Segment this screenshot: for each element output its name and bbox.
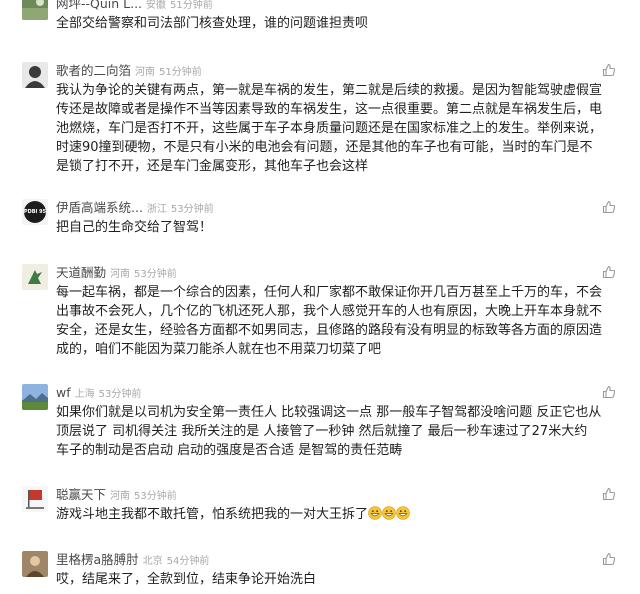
grinning-face-icon — [368, 506, 382, 520]
comment-meta: 里格楞a胳膊肘 北京 54分钟前 — [56, 550, 209, 568]
username[interactable]: 歌者的二向箔 — [56, 63, 131, 78]
thumbs-up-icon[interactable] — [602, 265, 616, 279]
comment-meta: 聪赢天下 河南 53分钟前 — [56, 485, 177, 503]
grinning-face-icon — [396, 506, 410, 520]
location: 安徽 — [146, 0, 167, 11]
thumbs-up-icon[interactable] — [602, 552, 616, 566]
location: 上海 — [74, 389, 95, 400]
timestamp: 53分钟前 — [134, 491, 177, 502]
comment-text: 如果你们就是以司机为安全第一责任人 比较强调这一点 那一般车子智驾都没啥问题 反… — [56, 405, 602, 458]
avatar[interactable] — [22, 62, 48, 88]
username[interactable]: 网坪--Quin L... — [56, 0, 142, 11]
comment-text: 把自己的生命交给了智驾！ — [56, 220, 213, 235]
username[interactable]: 聪赢天下 — [56, 487, 106, 502]
comment-meta: 伊盾高端系统... 浙江 53分钟前 — [56, 198, 214, 216]
username[interactable]: wf — [56, 385, 71, 400]
location: 浙江 — [146, 204, 167, 215]
timestamp: 53分钟前 — [134, 269, 177, 280]
thumbs-up-icon[interactable] — [602, 385, 616, 399]
comment-meta: wf 上海 53分钟前 — [56, 383, 141, 401]
avatar[interactable]: PDBI 95 — [22, 199, 48, 225]
username[interactable]: 天道酬勤 — [56, 265, 106, 280]
avatar[interactable] — [22, 551, 48, 577]
avatar[interactable] — [22, 264, 48, 290]
thumbs-up-icon[interactable] — [602, 63, 616, 77]
location: 河南 — [110, 269, 131, 280]
location: 河南 — [135, 67, 156, 78]
comment-text-body: 游戏斗地主我都不敢托管，怕系统把我的一对大王拆了 — [56, 507, 369, 522]
comment-text: 全部交给警察和司法部门核查处理，谁的问题谁担责呗 — [56, 16, 369, 31]
comment-text: 哎，结尾来了，全款到位，结束争论开始洗白 — [56, 572, 317, 587]
timestamp: 51分钟前 — [159, 67, 202, 78]
timestamp: 54分钟前 — [166, 556, 210, 567]
timestamp: 51分钟前 — [170, 0, 213, 11]
grinning-face-icon — [382, 506, 396, 520]
timestamp: 53分钟前 — [170, 204, 214, 215]
comment-text: 每一起车祸，都是一个综合的因素，任何人和厂家都不敢保证你开几百万甚至上千万的车，… — [56, 285, 603, 357]
comment-text: 游戏斗地主我都不敢托管，怕系统把我的一对大王拆了 — [56, 505, 602, 524]
avatar[interactable] — [22, 486, 48, 512]
username[interactable]: 里格楞a胳膊肘 — [56, 552, 139, 567]
comment-text: 我认为争论的关键有两点，第一就是车祸的发生，第二就是后续的救援。是因为智能驾驶虚… — [56, 83, 603, 174]
comment-meta: 歌者的二向箔 河南 51分钟前 — [56, 61, 202, 79]
location: 河南 — [110, 491, 131, 502]
avatar[interactable] — [22, 0, 48, 20]
timestamp: 53分钟前 — [98, 389, 142, 400]
comment-meta: 天道酬勤 河南 53分钟前 — [56, 263, 177, 281]
thumbs-up-icon[interactable] — [602, 200, 616, 214]
avatar[interactable] — [22, 384, 48, 410]
location: 北京 — [142, 556, 163, 567]
comment-meta: 网坪--Quin L... 安徽 51分钟前 — [56, 0, 213, 12]
thumbs-up-icon[interactable] — [602, 487, 616, 501]
avatar-badge-text: PDBI 95 — [23, 209, 47, 215]
username[interactable]: 伊盾高端系统... — [56, 200, 143, 215]
